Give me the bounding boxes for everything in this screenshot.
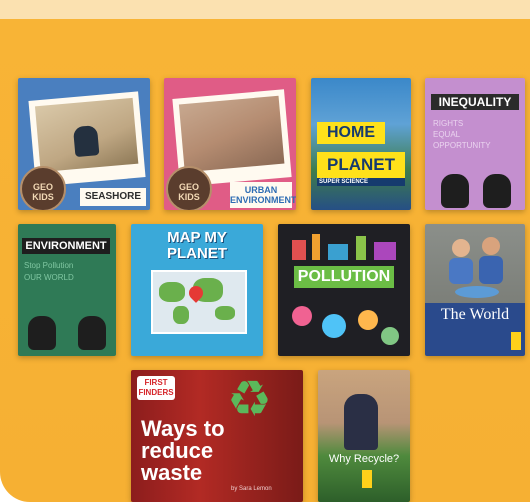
book-title: ENVIRONMENT [22,238,110,254]
book-subtitle: SUPER SCIENCE [317,178,405,186]
sneaker-icon [78,316,106,350]
sneaker-icon [483,174,511,208]
factory-icons [292,234,396,260]
cover-text: Stop Pollution OUR WORLD [24,261,74,282]
child-figure [72,125,100,158]
series-badge: FIRST FINDERS [137,376,175,400]
children-photo [449,237,503,298]
book-cover-ways-to-reduce-waste[interactable]: FIRST FINDERS ♻ Ways to reduce waste by … [131,370,303,502]
book-cover-pollution[interactable]: POLLUTION [278,224,410,356]
sneaker-icon [28,316,56,350]
compass-seal-icon: GEO KIDS [166,166,212,210]
recycle-icon: ♻ [227,371,272,427]
book-cover-urban-environment[interactable]: GEO KIDS URBAN ENVIRONMENT [164,78,296,210]
pollution-icons [292,306,399,345]
book-title: POLLUTION [294,266,394,288]
book-title: MAP MY PLANET [167,229,227,262]
book-cover-inequality[interactable]: INEQUALITY RIGHTS EQUAL OPPORTUNITY [425,78,525,210]
book-title-line2: PLANET [317,152,405,178]
world-map-icon [151,270,247,334]
publisher-badge [362,470,372,488]
book-cover-environment[interactable]: ENVIRONMENT Stop Pollution OUR WORLD [18,224,116,356]
book-gallery-panel: GEO KIDS SEASHORE GEO KIDS URBAN ENVIRON… [0,0,530,502]
compass-seal-icon: GEO KIDS [20,166,66,210]
book-title: Ways to reduce waste [141,416,225,485]
book-author: by Sara Lemon [231,486,272,492]
cover-text: RIGHTS EQUAL OPPORTUNITY [433,119,491,150]
book-title: SEASHORE [80,188,146,206]
book-title: INEQUALITY [431,94,519,110]
book-title-line1: HOME [317,122,385,144]
child-figure [344,394,378,450]
sneaker-icon [441,174,469,208]
book-cover-why-recycle[interactable]: Why Recycle? [318,370,410,502]
book-cover-home-planet[interactable]: HOME PLANET SUPER SCIENCE [311,78,411,210]
book-title: Why Recycle? [328,453,400,465]
book-cover-the-world[interactable]: The World [425,224,525,356]
book-cover-seashore[interactable]: GEO KIDS SEASHORE [18,78,150,210]
book-title: The World [440,306,510,323]
book-title: URBAN ENVIRONMENT [230,182,296,208]
publisher-badge [511,332,521,350]
book-cover-map-my-planet[interactable]: MAP MY PLANET [131,224,263,356]
top-band [0,0,530,19]
